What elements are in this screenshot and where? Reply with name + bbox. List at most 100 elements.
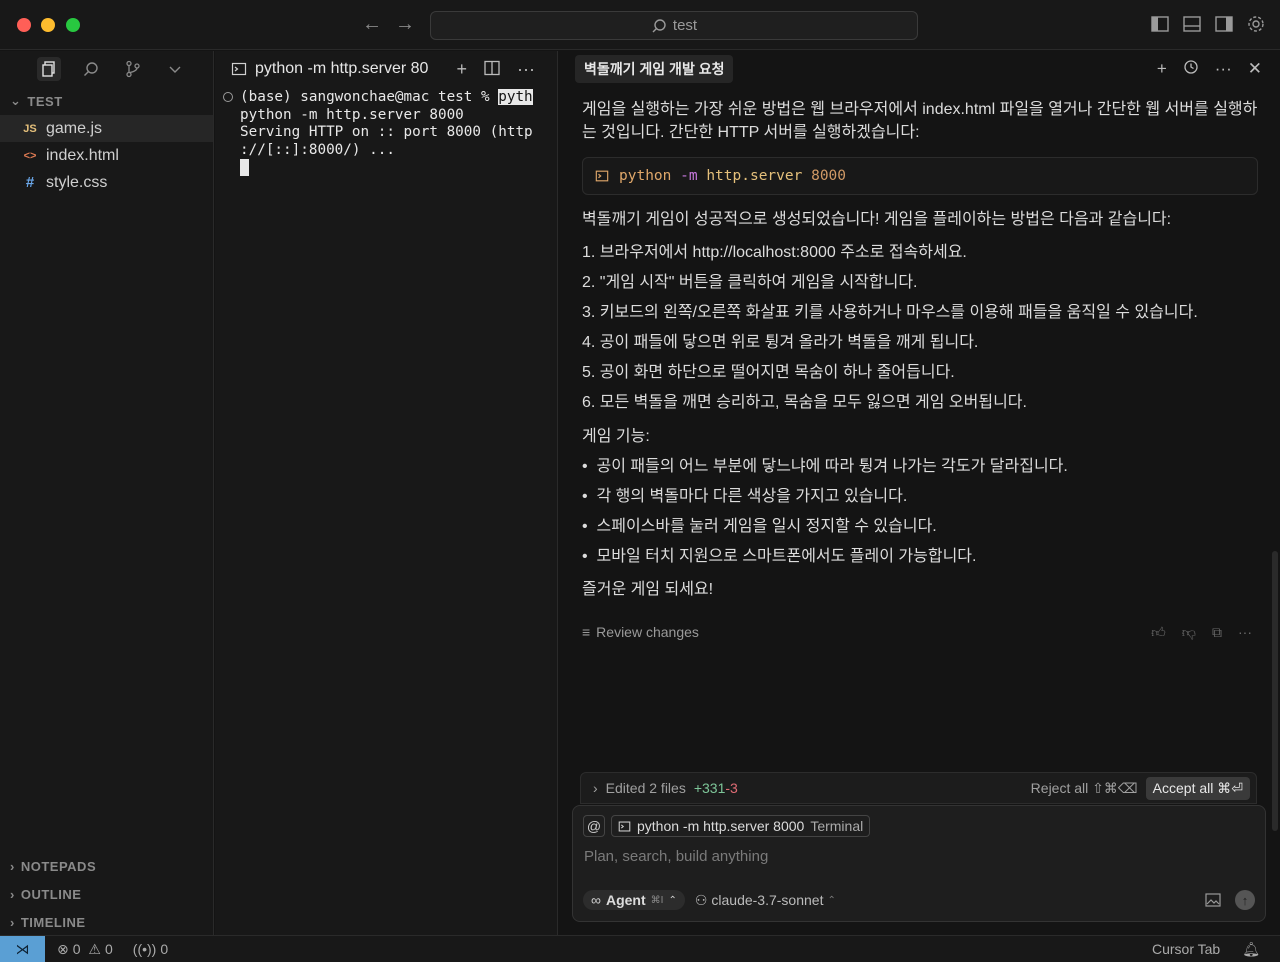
terminal-icon [595, 170, 609, 182]
chevron-right-icon: › [593, 780, 598, 796]
close-window-button[interactable] [17, 18, 31, 32]
terminal-icon [231, 62, 247, 76]
terminal-output[interactable]: (base) sangwonchae@mac test % pyth pytho… [215, 87, 557, 182]
accept-all-button[interactable]: Accept all ⌘⏎ [1145, 776, 1250, 800]
terminal-cursor [240, 159, 249, 176]
search-icon[interactable] [79, 57, 103, 81]
image-icon[interactable] [1205, 893, 1221, 907]
brain-icon: ⚇ [694, 891, 708, 908]
more-icon[interactable]: ··· [1215, 59, 1232, 79]
closing-text: 즐거운 게임 되세요! [582, 581, 714, 598]
search-icon [652, 18, 666, 32]
infinity-icon: ∞ [591, 892, 601, 908]
error-icon: ⊗ [57, 940, 69, 957]
features-list: • 공이 패들의 어느 부분에 닿느냐에 따라 튕겨 나가는 각도가 달라집니다… [582, 455, 1262, 575]
remote-indicator[interactable]: ⋊ [0, 935, 45, 962]
chat-input[interactable]: Plan, search, build anything [584, 848, 768, 865]
list-icon: ≡ [582, 624, 591, 640]
chat-panel: 벽돌깨기 게임 개발 요청 + ··· ✕ 게임을 실행하는 가장 쉬운 방법은… [559, 51, 1280, 935]
model-selector[interactable]: ⚇ claude-3.7-sonnet ⌃ [695, 892, 836, 909]
back-arrow-icon[interactable]: ← [362, 14, 382, 34]
chevron-right-icon: › [10, 858, 15, 874]
explorer-sidebar: ⌄ TEST JS game.js <> index.html # style.… [0, 51, 214, 935]
command-status-icon [223, 92, 233, 102]
command-center-search[interactable]: test [430, 11, 918, 40]
toggle-primary-sidebar-icon[interactable] [1150, 14, 1170, 34]
more-icon[interactable]: ··· [1238, 624, 1252, 641]
problems-indicator[interactable]: ⊗ 0 ⚠ 0 [57, 941, 113, 958]
list-item: 5. 공이 화면 하단으로 떨어지면 목숨이 하나 줄어듭니다. [582, 364, 955, 381]
send-button[interactable]: ↑ [1235, 890, 1255, 910]
chevron-up-icon: ⌃ [827, 894, 836, 906]
source-control-icon[interactable] [121, 57, 145, 81]
chat-title[interactable]: 벽돌깨기 게임 개발 요청 [575, 55, 734, 83]
review-changes-button[interactable]: ≡ Review changes [582, 624, 699, 640]
features-title: 게임 기능: [582, 428, 650, 445]
forward-arrow-icon[interactable]: → [395, 14, 415, 34]
plus-icon[interactable]: + [457, 59, 468, 80]
html-file-icon: <> [23, 149, 37, 162]
warning-icon: ⚠ [84, 940, 101, 957]
list-item: 모바일 터치 지원으로 스마트폰에서도 플레이 가능합니다. [596, 548, 977, 565]
terminal-title: python -m http.server 80 [255, 60, 429, 77]
context-chip-terminal[interactable]: python -m http.server 8000 Terminal [611, 815, 871, 837]
list-item: 스페이스바를 눌러 게임을 일시 정지할 수 있습니다. [596, 518, 937, 535]
thumbs-down-icon[interactable]: 👎︎ [1182, 624, 1196, 641]
bullet-icon: • [582, 548, 597, 565]
bullet-icon: • [582, 458, 597, 475]
js-file-icon: JS [23, 122, 37, 135]
toggle-panel-icon[interactable] [1182, 14, 1202, 34]
agent-mode-selector[interactable]: ∞ Agent ⌘I ⌃ [583, 890, 685, 910]
chevron-right-icon: › [10, 886, 15, 902]
reject-all-button[interactable]: Reject all ⇧⌘⌫ [1031, 780, 1138, 797]
assistant-intro-text: 게임을 실행하는 가장 쉬운 방법은 웹 브라우저에서 index.html 파… [582, 101, 1258, 141]
chat-composer[interactable]: @ python -m http.server 8000 Terminal Pl… [572, 805, 1266, 922]
more-icon[interactable]: ··· [517, 59, 535, 80]
bell-icon[interactable]: 🔔︎ [1242, 941, 1260, 958]
thumbs-up-icon[interactable]: 👍︎ [1151, 624, 1166, 641]
add-context-button[interactable]: @ [583, 815, 605, 837]
code-block[interactable]: python -m http.server 8000 [582, 157, 1258, 195]
timeline-section[interactable]: › TIMELINE [0, 908, 214, 936]
file-item-game-js[interactable]: JS game.js [0, 115, 213, 142]
list-item: 2. "게임 시작" 버튼을 클릭하여 게임을 시작합니다. [582, 274, 918, 291]
css-file-icon: # [25, 174, 35, 191]
plus-icon[interactable]: + [1157, 59, 1167, 79]
edited-files-bar[interactable]: › Edited 2 files +331-3 Reject all ⇧⌘⌫ A… [580, 772, 1257, 804]
command-center-text: test [672, 17, 698, 34]
minimize-window-button[interactable] [41, 18, 55, 32]
maximize-window-button[interactable] [66, 18, 80, 32]
remote-icon: ⋊ [15, 940, 30, 957]
copy-icon[interactable]: ⧉ [1212, 624, 1222, 641]
list-item: 1. 브라우저에서 http://localhost:8000 주소로 접속하세… [582, 244, 967, 261]
outline-section[interactable]: › OUTLINE [0, 880, 214, 908]
list-item: 4. 공이 패들에 닿으면 위로 튕겨 올라가 벽돌을 깨게 됩니다. [582, 334, 979, 351]
steps-list: 1. 브라우저에서 http://localhost:8000 주소로 접속하세… [582, 241, 1262, 421]
notepads-section[interactable]: › NOTEPADS [0, 852, 214, 880]
split-terminal-icon[interactable] [483, 59, 501, 77]
chevron-down-icon[interactable] [163, 57, 187, 81]
list-item: 3. 키보드의 왼쪽/오른쪽 화살표 키를 사용하거나 마우스를 이용해 패들을… [582, 304, 1198, 321]
title-bar: ← → test [0, 0, 1280, 50]
terminal-icon [618, 821, 631, 831]
terminal-tab[interactable]: python -m http.server 80 + ··· [215, 51, 557, 87]
status-bar: ⋊ ⊗ 0 ⚠ 0 ((•)) 0 Cursor Tab 🔔︎ [0, 935, 1280, 962]
file-item-style-css[interactable]: # style.css [0, 169, 213, 196]
terminal-panel: python -m http.server 80 + ··· (base) sa… [215, 51, 558, 935]
files-icon[interactable] [37, 57, 61, 81]
success-text: 벽돌깨기 게임이 성공적으로 생성되었습니다! 게임을 플레이하는 방법은 다음… [582, 211, 1172, 228]
chat-scrollbar[interactable] [1272, 551, 1278, 831]
gear-icon[interactable] [1246, 14, 1266, 34]
chevron-down-icon: ⌄ [10, 93, 22, 108]
close-icon[interactable]: ✕ [1248, 59, 1262, 79]
ports-indicator[interactable]: ((•)) 0 [133, 941, 168, 957]
cursor-tab-status[interactable]: Cursor Tab [1152, 941, 1220, 957]
history-icon[interactable] [1183, 59, 1199, 75]
bullet-icon: • [582, 518, 597, 535]
file-item-index-html[interactable]: <> index.html [0, 142, 213, 169]
list-item: 6. 모든 벽돌을 깨면 승리하고, 목숨을 모두 잃으면 게임 오버됩니다. [582, 394, 1027, 411]
broadcast-icon: ((•)) [132, 941, 157, 957]
list-item: 각 행의 벽돌마다 다른 색상을 가지고 있습니다. [596, 488, 908, 505]
toggle-secondary-sidebar-icon[interactable] [1214, 14, 1234, 34]
explorer-section-header[interactable]: ⌄ TEST [0, 87, 213, 115]
